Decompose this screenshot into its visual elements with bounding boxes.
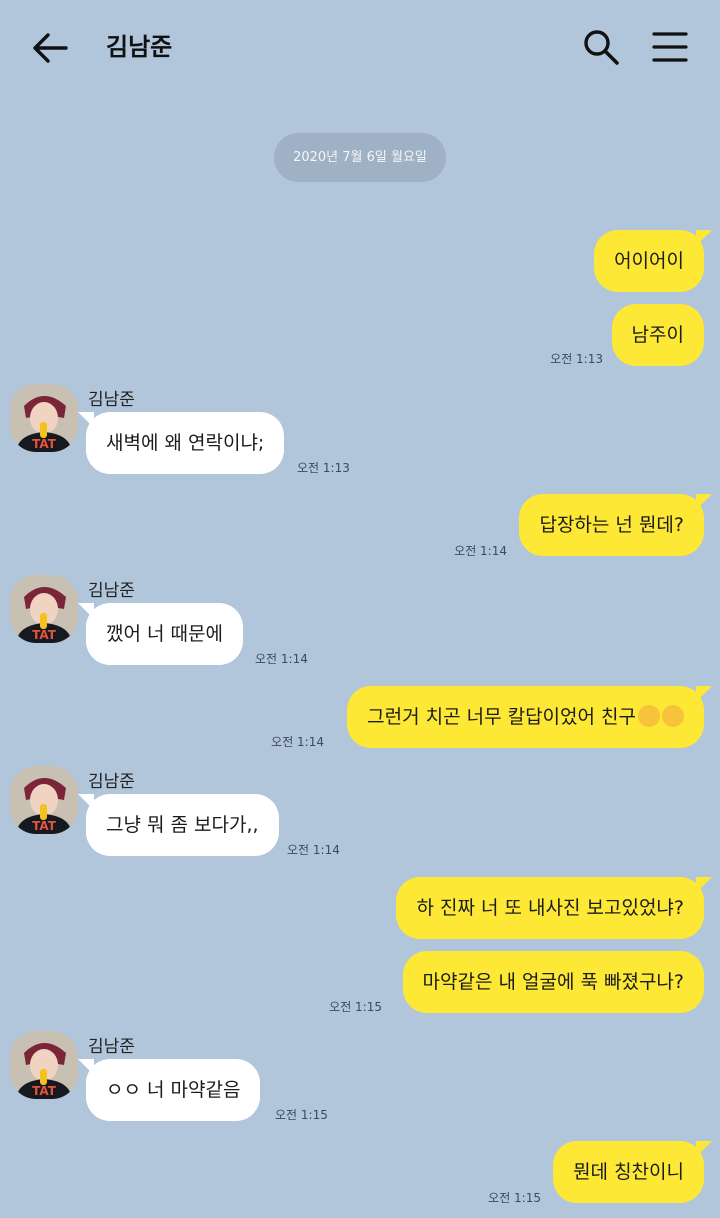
avatar[interactable]: TAT <box>10 1031 78 1099</box>
hamburger-menu-icon[interactable] <box>652 30 688 64</box>
my-message-bubble[interactable]: 마약같은 내 얼굴에 푹 빠졌구나? <box>402 951 704 1013</box>
message-text: 깼어 너 때문에 <box>106 623 223 645</box>
message-time: 오전 1:15 <box>488 1191 541 1205</box>
my-message-bubble[interactable]: 뭔데 칭찬이니 <box>553 1141 712 1203</box>
profile-photo-icon: TAT <box>10 575 78 643</box>
profile-photo-icon: TAT <box>10 766 78 834</box>
message-text: 하 진짜 너 또 내사진 보고있었냐? <box>416 897 684 919</box>
message-text: 마약같은 내 얼굴에 푹 빠졌구나? <box>422 971 684 993</box>
message-text: 뭔데 칭찬이니 <box>573 1161 684 1183</box>
svg-text:TAT: TAT <box>32 819 57 833</box>
message-text: 새벽에 왜 연락이냐; <box>106 432 265 454</box>
back-arrow-icon[interactable] <box>30 30 70 66</box>
my-message-bubble[interactable]: 답장하는 넌 뭔데? <box>519 494 712 556</box>
message-time: 오전 1:14 <box>255 652 308 666</box>
chat-title: 김남준 <box>106 33 173 61</box>
message-text: 어이어이 <box>614 250 684 272</box>
sender-name: 김남준 <box>88 581 135 601</box>
smirk-emoji-icon <box>662 704 684 727</box>
message-time: 오전 1:13 <box>550 352 603 366</box>
message-text: 그냥 뭐 좀 보다가,, <box>106 814 259 836</box>
their-message-bubble[interactable]: ㅇㅇ 너 마약같음 <box>77 1059 261 1121</box>
message-time: 오전 1:15 <box>275 1108 328 1122</box>
their-message-bubble[interactable]: 새벽에 왜 연락이냐; <box>77 412 285 474</box>
message-time: 오전 1:14 <box>454 544 507 558</box>
message-time: 오전 1:13 <box>297 461 350 475</box>
their-message-bubble[interactable]: 그냥 뭐 좀 보다가,, <box>78 794 279 856</box>
my-message-bubble[interactable]: 어이어이 <box>594 230 712 292</box>
svg-text:TAT: TAT <box>32 437 57 451</box>
smirk-emoji-icon <box>638 704 660 727</box>
sender-name: 김남준 <box>88 390 135 410</box>
avatar[interactable]: TAT <box>10 766 78 834</box>
message-time: 오전 1:14 <box>287 843 340 857</box>
message-text: ㅇㅇ 너 마약같음 <box>106 1079 241 1101</box>
my-message-bubble[interactable]: 하 진짜 너 또 내사진 보고있었냐? <box>396 877 712 939</box>
profile-photo-icon: TAT <box>10 384 78 452</box>
search-icon[interactable] <box>582 28 620 66</box>
chat-header: 김남준 <box>0 0 720 96</box>
sender-name: 김남준 <box>88 772 135 792</box>
avatar[interactable]: TAT <box>10 575 78 643</box>
avatar[interactable]: TAT <box>10 384 78 452</box>
message-time: 오전 1:14 <box>271 735 324 749</box>
message-text: 남주이 <box>631 324 684 346</box>
their-message-bubble[interactable]: 깼어 너 때문에 <box>78 603 243 665</box>
svg-text:TAT: TAT <box>32 628 57 642</box>
my-message-bubble[interactable]: 남주이 <box>611 304 704 366</box>
sender-name: 김남준 <box>88 1037 135 1057</box>
date-divider: 2020년 7월 6일 월요일 <box>274 133 446 182</box>
message-time: 오전 1:15 <box>329 1000 382 1014</box>
my-message-bubble[interactable]: 그런거 치곤 너무 칼답이었어 친구 <box>347 686 712 748</box>
message-text: 그런거 치곤 너무 칼답이었어 친구 <box>367 706 636 728</box>
svg-text:TAT: TAT <box>32 1084 57 1098</box>
message-text: 답장하는 넌 뭔데? <box>539 514 684 536</box>
profile-photo-icon: TAT <box>10 1031 78 1099</box>
